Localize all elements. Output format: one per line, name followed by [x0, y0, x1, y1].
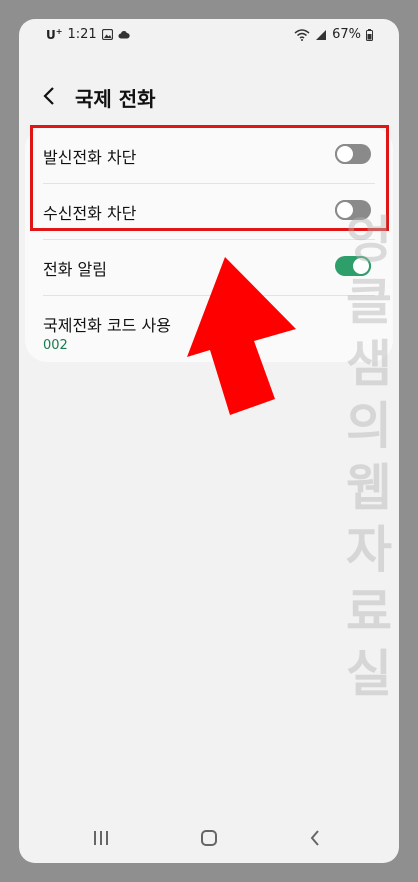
back-arrow-icon [43, 87, 54, 105]
red-arrow-annotation [187, 257, 296, 415]
page-title: 국제 전화 [75, 87, 156, 111]
battery-icon [366, 28, 373, 41]
watermark-char: 웹 [346, 459, 392, 517]
watermark-char: 료 [346, 583, 392, 641]
battery-percent: 67% [332, 27, 361, 42]
watermark-char: 실 [346, 645, 392, 703]
status-bar: U+ 1:21 67% [19, 19, 399, 51]
recent-apps-icon [94, 831, 108, 845]
highlight-box [30, 125, 389, 231]
app-header: 국제 전화 [19, 77, 399, 117]
signal-icon [316, 29, 327, 40]
watermark-char: 엉 [346, 211, 392, 269]
setting-label: 전화 알림 [43, 260, 107, 279]
home-button[interactable] [194, 825, 224, 851]
watermark-char: 의 [346, 397, 392, 455]
watermark-char: 샘 [346, 335, 392, 393]
back-button[interactable] [35, 81, 65, 111]
watermark-char: 자 [346, 521, 392, 579]
status-time: 1:21 [67, 27, 97, 42]
navigation-bar [19, 815, 399, 863]
watermark: 엉 클 샘 의 웹 자 료 실 [337, 209, 399, 705]
cloud-icon [118, 30, 130, 39]
watermark-char: 클 [346, 273, 392, 331]
status-left: U+ 1:21 [46, 27, 130, 42]
gallery-icon [101, 29, 113, 40]
status-right: 67% [294, 27, 373, 42]
nav-back-button[interactable] [300, 825, 330, 851]
home-icon [201, 830, 217, 846]
back-icon [310, 830, 319, 846]
wifi-icon [294, 28, 310, 41]
recent-apps-button[interactable] [86, 825, 116, 851]
phone-screen: U+ 1:21 67% 국제 전화 발신전화 차단 수신전화 차단 전화 알림 … [19, 19, 399, 863]
intl-code-value: 002 [43, 338, 68, 353]
setting-label: 국제전화 코드 사용 [43, 316, 171, 335]
carrier-label: U+ [46, 27, 63, 42]
